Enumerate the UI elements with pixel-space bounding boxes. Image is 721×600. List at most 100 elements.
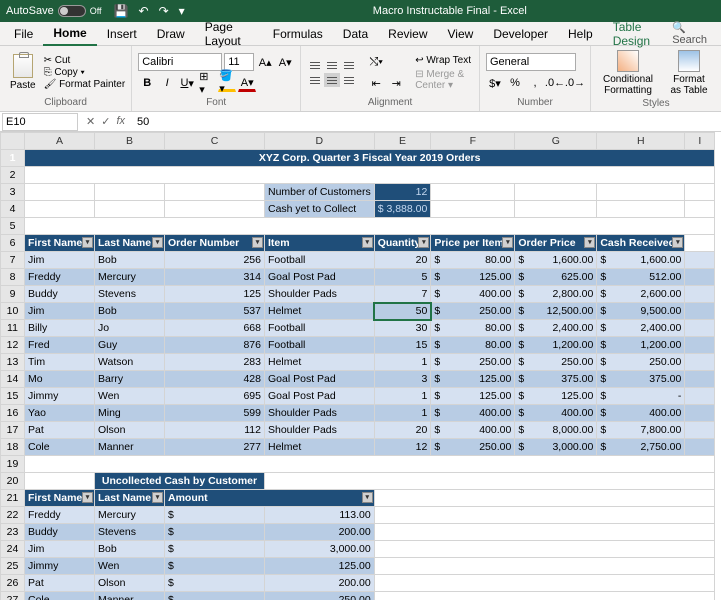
- table-row[interactable]: 17PatOlson112Shoulder Pads20400.008,000.…: [1, 422, 715, 439]
- row-header[interactable]: 3: [1, 184, 25, 201]
- table-row[interactable]: 25JimmyWen$125.00: [1, 558, 715, 575]
- table-row[interactable]: 9BuddyStevens125Shoulder Pads7400.002,80…: [1, 286, 715, 303]
- tab-view[interactable]: View: [438, 23, 484, 45]
- table-row[interactable]: 26PatOlson$200.00: [1, 575, 715, 592]
- table-row[interactable]: 10JimBob537Helmet50250.0012,500.009,500.…: [1, 303, 715, 320]
- decrease-font-icon[interactable]: A▾: [276, 53, 294, 71]
- name-box[interactable]: [2, 113, 78, 131]
- row-header[interactable]: 9: [1, 286, 25, 303]
- row-header[interactable]: 24: [1, 541, 25, 558]
- fx-icon[interactable]: fx: [116, 115, 125, 128]
- bold-button[interactable]: B: [138, 74, 156, 92]
- column-header[interactable]: Quantity▾: [374, 235, 431, 252]
- filter-icon[interactable]: ▾: [152, 237, 163, 248]
- format-as-table-button[interactable]: Format as Table: [663, 48, 715, 98]
- tab-home[interactable]: Home: [43, 22, 96, 46]
- filter-icon[interactable]: ▾: [362, 237, 373, 248]
- col-header[interactable]: D: [265, 133, 375, 150]
- border-button[interactable]: ⊞ ▾: [198, 74, 216, 92]
- table-row[interactable]: 12FredGuy876Football1580.001,200.001,200…: [1, 337, 715, 354]
- row-header[interactable]: 16: [1, 405, 25, 422]
- row-header[interactable]: 13: [1, 354, 25, 371]
- table-row[interactable]: 22FreddyMercury$113.00: [1, 507, 715, 524]
- tab-help[interactable]: Help: [558, 23, 603, 45]
- font-color-button[interactable]: A▾: [238, 74, 256, 92]
- tab-data[interactable]: Data: [333, 23, 378, 45]
- table-row[interactable]: 11BillyJo668Football3080.002,400.002,400…: [1, 320, 715, 337]
- comma-button[interactable]: ,: [526, 74, 544, 92]
- row-header[interactable]: 1: [1, 150, 25, 167]
- table-row[interactable]: 18ColeManner277Helmet12250.003,000.002,7…: [1, 439, 715, 456]
- filter-icon[interactable]: ▾: [362, 492, 373, 503]
- underline-button[interactable]: U ▾: [178, 74, 196, 92]
- row-header[interactable]: 27: [1, 592, 25, 600]
- indent-dec-button[interactable]: ⇤: [367, 74, 385, 92]
- table-row[interactable]: 16YaoMing599Shoulder Pads1400.00400.0040…: [1, 405, 715, 422]
- row-header[interactable]: 10: [1, 303, 25, 320]
- col-header[interactable]: H: [597, 133, 685, 150]
- tab-review[interactable]: Review: [378, 23, 437, 45]
- col-header[interactable]: I: [685, 133, 715, 150]
- cut-button[interactable]: ✂ Cut: [44, 55, 126, 66]
- row-header[interactable]: 21: [1, 490, 25, 507]
- col-header[interactable]: B: [95, 133, 165, 150]
- row-header[interactable]: 14: [1, 371, 25, 388]
- column-header[interactable]: Price per Item▾: [431, 235, 515, 252]
- column-header[interactable]: Cash Received▾: [597, 235, 685, 252]
- search-button[interactable]: 🔍 Search: [672, 21, 717, 46]
- col-header[interactable]: A: [25, 133, 95, 150]
- column-header[interactable]: Last Name▾: [95, 235, 165, 252]
- formula-input[interactable]: [133, 113, 721, 131]
- dec-decimal-button[interactable]: .0→: [566, 74, 584, 92]
- row-header[interactable]: 25: [1, 558, 25, 575]
- tab-formulas[interactable]: Formulas: [263, 23, 333, 45]
- filter-icon[interactable]: ▾: [252, 237, 263, 248]
- align-buttons[interactable]: [307, 58, 357, 87]
- row-header[interactable]: 22: [1, 507, 25, 524]
- column-header[interactable]: Order Number▾: [165, 235, 265, 252]
- row-header[interactable]: 6: [1, 235, 25, 252]
- copy-button[interactable]: ⎘ Copy ▾: [44, 67, 126, 78]
- font-name-select[interactable]: [138, 53, 222, 71]
- undo-icon[interactable]: ↶: [139, 4, 149, 18]
- column-header[interactable]: First Name▾: [25, 490, 95, 507]
- row-header[interactable]: 26: [1, 575, 25, 592]
- inc-decimal-button[interactable]: .0←: [546, 74, 564, 92]
- column-header[interactable]: Amount▾: [165, 490, 375, 507]
- spreadsheet-grid[interactable]: ABCDEFGHI1XYZ Corp. Quarter 3 Fiscal Yea…: [0, 132, 721, 600]
- table-row[interactable]: 13TimWatson283Helmet1250.00250.00250.00: [1, 354, 715, 371]
- col-header[interactable]: F: [431, 133, 515, 150]
- filter-icon[interactable]: ▾: [152, 492, 163, 503]
- format-painter-button[interactable]: 🖌 Format Painter: [44, 79, 126, 90]
- row-header[interactable]: 7: [1, 252, 25, 269]
- conditional-formatting-button[interactable]: Conditional Formatting: [597, 48, 659, 98]
- row-header[interactable]: 11: [1, 320, 25, 337]
- filter-icon[interactable]: ▾: [672, 237, 683, 248]
- column-header[interactable]: Item▾: [265, 235, 375, 252]
- column-header[interactable]: First Name▾: [25, 235, 95, 252]
- merge-center-button[interactable]: ⊟ Merge & Center ▾: [415, 69, 473, 91]
- save-icon[interactable]: 💾: [114, 4, 129, 18]
- table-row[interactable]: 24JimBob$3,000.00: [1, 541, 715, 558]
- orientation-button[interactable]: ⤭▾: [367, 53, 385, 71]
- wrap-text-button[interactable]: ↩ Wrap Text: [415, 55, 473, 66]
- filter-icon[interactable]: ▾: [82, 237, 93, 248]
- fill-color-button[interactable]: 🪣▾: [218, 74, 236, 92]
- row-header[interactable]: 8: [1, 269, 25, 286]
- enter-formula-icon[interactable]: ✓: [101, 115, 110, 128]
- tab-developer[interactable]: Developer: [483, 23, 558, 45]
- accounting-button[interactable]: $▾: [486, 74, 504, 92]
- tab-insert[interactable]: Insert: [97, 23, 147, 45]
- row-header[interactable]: 15: [1, 388, 25, 405]
- column-header[interactable]: Order Price▾: [515, 235, 597, 252]
- redo-icon[interactable]: ↷: [159, 4, 169, 18]
- indent-inc-button[interactable]: ⇥: [387, 74, 405, 92]
- table-row[interactable]: 7JimBob256Football2080.001,600.001,600.0…: [1, 252, 715, 269]
- table-row[interactable]: 14MoBarry428Goal Post Pad3125.00375.0037…: [1, 371, 715, 388]
- table-row[interactable]: 23BuddyStevens$200.00: [1, 524, 715, 541]
- col-header[interactable]: E: [374, 133, 431, 150]
- col-header[interactable]: C: [165, 133, 265, 150]
- row-header[interactable]: 20: [1, 473, 25, 490]
- table-row[interactable]: 8FreddyMercury314Goal Post Pad5125.00625…: [1, 269, 715, 286]
- column-header[interactable]: Last Name▾: [95, 490, 165, 507]
